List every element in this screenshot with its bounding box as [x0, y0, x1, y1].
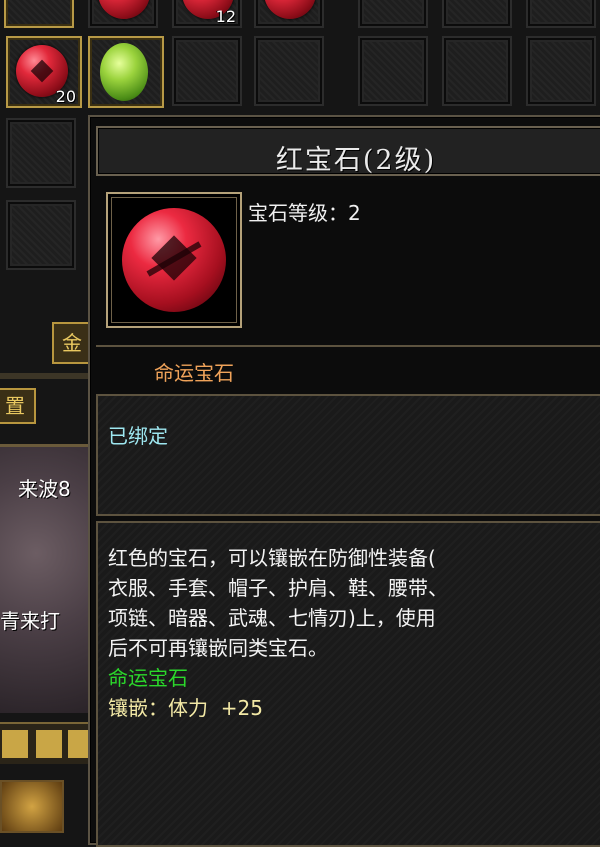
inventory-slot[interactable]: [254, 0, 324, 28]
bind-status-panel: 已绑定: [96, 394, 600, 516]
description-panel: 红色的宝石，可以镶嵌在防御性装备( 衣服、手套、帽子、护肩、鞋、腰带、 项链、暗…: [96, 521, 600, 847]
settings-button-partial[interactable]: 置: [0, 388, 36, 424]
tooltip-title-bar: 红宝石(2级): [96, 126, 600, 176]
scene-view: 来波8 青来打: [0, 444, 90, 713]
inventory-slot[interactable]: [442, 36, 512, 106]
bind-status: 已绑定: [108, 424, 168, 448]
game-screen: { "inventory": { "slots": [ {"item":"rub…: [0, 0, 600, 847]
peridot-icon: [100, 43, 148, 101]
toolbar-button[interactable]: [36, 730, 62, 758]
inventory-slot-ruby[interactable]: 20: [6, 36, 82, 108]
inventory-slot[interactable]: [358, 36, 428, 106]
inventory-slot-peridot[interactable]: [88, 36, 164, 108]
inventory-slot[interactable]: [526, 0, 596, 28]
item-title: 红宝石(2级): [275, 145, 437, 176]
toolbar-strip: [0, 722, 90, 764]
ruby-large-icon: [122, 208, 226, 312]
item-description: 红色的宝石，可以镶嵌在防御性装备( 衣服、手套、帽子、护肩、鞋、腰带、 项链、暗…: [108, 543, 448, 723]
inlay-stat: 镶嵌：体力 +25: [108, 696, 263, 720]
item-quantity: 20: [55, 87, 76, 106]
inventory-slot[interactable]: [4, 0, 74, 28]
scene-text: 来波8: [18, 477, 71, 501]
inventory-slot[interactable]: [172, 36, 242, 106]
inventory-slot[interactable]: [6, 200, 76, 270]
inventory-slot[interactable]: [442, 0, 512, 28]
inventory-slot[interactable]: [254, 36, 324, 106]
item-icon-frame: [106, 192, 242, 328]
divider-ornament: [0, 373, 90, 379]
gem-level: 宝石等级：2: [248, 201, 361, 225]
toolbar-button[interactable]: [68, 730, 90, 758]
inventory-slot[interactable]: [6, 118, 76, 188]
scene-text: 青来打: [0, 609, 60, 633]
item-tooltip: 红宝石(2级) 宝石等级：2 命运宝石 已绑定 红色的宝石，可以镶嵌在防御性装备…: [88, 115, 600, 847]
ruby-icon: [98, 0, 150, 19]
toolbar-button[interactable]: [2, 730, 28, 758]
skill-icon[interactable]: [0, 780, 64, 833]
inventory-slot[interactable]: [358, 0, 428, 28]
set-name: 命运宝石: [108, 666, 188, 690]
item-quantity: 12: [215, 7, 236, 26]
item-category: 命运宝石: [154, 361, 234, 385]
gold-button-partial[interactable]: 金: [52, 322, 92, 364]
inventory-slot[interactable]: [88, 0, 158, 28]
inventory-slot[interactable]: 12: [172, 0, 242, 28]
ruby-icon: [264, 0, 316, 19]
section-divider: [96, 345, 600, 347]
inventory-slot[interactable]: [526, 36, 596, 106]
